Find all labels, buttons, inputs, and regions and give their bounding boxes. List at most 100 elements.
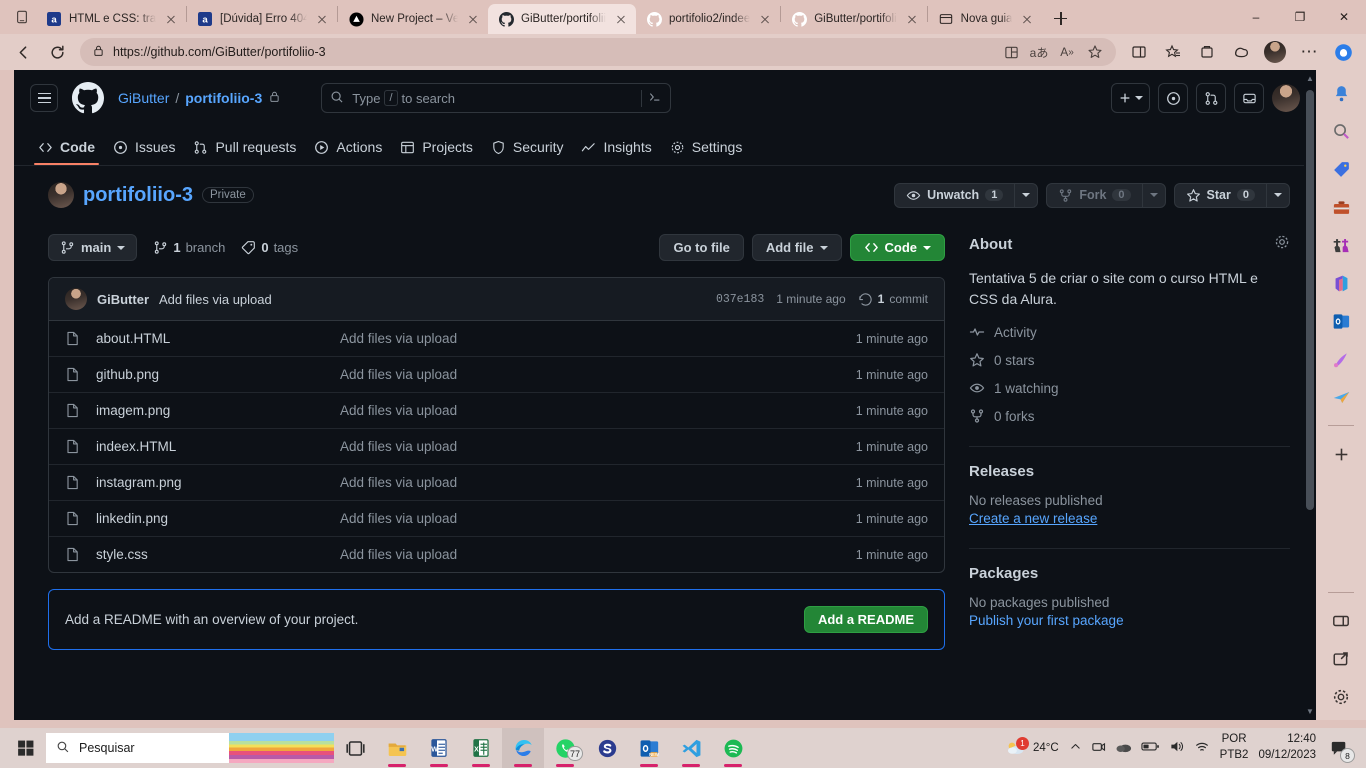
file-commit-message[interactable]: Add files via upload (340, 367, 823, 382)
excel-icon[interactable]: X (460, 728, 502, 768)
onedrive-icon[interactable] (1115, 739, 1132, 757)
collections-icon[interactable] (1124, 38, 1154, 66)
issues-button[interactable] (1158, 83, 1188, 113)
add-sidebar-app-icon[interactable] (1328, 441, 1354, 467)
profile-avatar[interactable] (1260, 38, 1290, 66)
back-icon[interactable] (8, 38, 38, 66)
breadcrumb-owner[interactable]: GiButter (118, 90, 169, 106)
star-dropdown[interactable] (1266, 183, 1289, 207)
file-name[interactable]: indeex.HTML (96, 439, 176, 454)
file-commit-message[interactable]: Add files via upload (340, 547, 823, 562)
send-icon[interactable] (1328, 384, 1354, 410)
scroll-up-arrow[interactable]: ▲ (1306, 74, 1314, 83)
file-commit-message[interactable]: Add files via upload (340, 475, 823, 490)
designer-icon[interactable] (1328, 346, 1354, 372)
page-title[interactable]: portifoliio-3 (83, 184, 193, 207)
clock[interactable]: 12:40 09/12/2023 (1258, 732, 1316, 763)
commit-hash[interactable]: 037e183 (716, 293, 764, 306)
file-name[interactable]: style.css (96, 547, 148, 562)
tab-insights[interactable]: Insights (573, 133, 659, 165)
microsoft-365-icon[interactable] (1328, 270, 1354, 296)
close-icon[interactable] (163, 11, 179, 27)
close-icon[interactable] (613, 11, 629, 27)
close-window-button[interactable]: ✕ (1322, 0, 1366, 34)
create-new-button[interactable] (1111, 83, 1150, 113)
edge-icon[interactable] (502, 728, 544, 768)
browser-tab-active[interactable]: GiButter/portifolii (488, 4, 637, 34)
camera-icon[interactable] (1091, 739, 1106, 757)
publish-package-link[interactable]: Publish your first package (969, 613, 1290, 628)
commit-count-link[interactable]: 1 commit (858, 292, 928, 307)
split-screen-icon[interactable] (998, 38, 1024, 66)
address-bar[interactable]: https://github.com/GiButter/portifoliio-… (80, 38, 1116, 66)
branches-count[interactable]: 1 branch (153, 240, 225, 255)
whatsapp-icon[interactable]: 77 (544, 728, 586, 768)
star-button[interactable]: Star 0 (1175, 184, 1266, 207)
file-explorer-icon[interactable] (376, 728, 418, 768)
file-commit-message[interactable]: Add files via upload (340, 331, 823, 346)
create-release-link[interactable]: Create a new release (969, 511, 1290, 526)
tags-count[interactable]: 0 tags (241, 240, 298, 255)
file-name[interactable]: imagem.png (96, 403, 170, 418)
search-input[interactable]: Type / to search (321, 83, 672, 113)
translate-icon[interactable]: aあ (1026, 38, 1052, 66)
shopping-tag-icon[interactable] (1328, 156, 1354, 182)
close-icon[interactable] (1019, 11, 1035, 27)
branch-selector[interactable]: main (48, 234, 138, 261)
activity-link[interactable]: Activity (969, 324, 1290, 340)
table-row[interactable]: github.png Add files via upload 1 minute… (49, 357, 944, 393)
show-hidden-icons-chevron[interactable] (1069, 740, 1082, 756)
browser-tab[interactable]: Nova guia (928, 4, 1043, 34)
file-commit-message[interactable]: Add files via upload (340, 403, 823, 418)
outlook-icon[interactable]: NEW (628, 728, 670, 768)
browser-tab[interactable]: portifolio2/indee (636, 4, 780, 34)
tab-actions[interactable]: Actions (306, 133, 390, 165)
notification-center-button[interactable]: 8 (1326, 735, 1355, 763)
commit-message[interactable]: Add files via upload (159, 292, 272, 307)
browser-tab[interactable]: New Project – Ve (338, 4, 488, 34)
volume-icon[interactable] (1169, 739, 1185, 757)
browser-tab[interactable]: a [Dúvida] Erro 404 (187, 4, 337, 34)
browser-essentials-icon[interactable] (1192, 38, 1222, 66)
table-row[interactable]: linkedin.png Add files via upload 1 minu… (49, 501, 944, 537)
file-name[interactable]: github.png (96, 367, 159, 382)
tab-settings[interactable]: Settings (662, 133, 751, 165)
table-row[interactable]: indeex.HTML Add files via upload 1 minut… (49, 429, 944, 465)
close-icon[interactable] (314, 11, 330, 27)
skype-icon[interactable] (586, 728, 628, 768)
github-logo-icon[interactable] (72, 82, 104, 114)
taskbar-search-input[interactable]: Pesquisar (46, 733, 334, 763)
page-scrollbar[interactable]: ▲ ▼ (1304, 70, 1316, 720)
vscode-icon[interactable] (670, 728, 712, 768)
fork-dropdown[interactable] (1141, 183, 1165, 207)
tab-projects[interactable]: Projects (392, 133, 481, 165)
search-sidebar-icon[interactable] (1328, 118, 1354, 144)
table-row[interactable]: style.css Add files via upload 1 minute … (49, 537, 944, 572)
weather-widget[interactable]: 1 24°C (1005, 737, 1059, 757)
outlook-icon[interactable] (1328, 308, 1354, 334)
fork-button[interactable]: Fork 0 (1047, 184, 1141, 207)
browser-tab[interactable]: a HTML e CSS: trab (36, 4, 186, 34)
read-aloud-icon[interactable]: A» (1054, 38, 1080, 66)
table-row[interactable]: imagem.png Add files via upload 1 minute… (49, 393, 944, 429)
file-name[interactable]: linkedin.png (96, 511, 168, 526)
watch-button-group[interactable]: Unwatch 1 (894, 182, 1039, 208)
sidebar-copilot-icon[interactable] (1328, 38, 1358, 66)
minimize-button[interactable]: – (1234, 0, 1278, 34)
file-commit-message[interactable]: Add files via upload (340, 511, 823, 526)
close-icon[interactable] (904, 11, 920, 27)
watch-dropdown[interactable] (1014, 183, 1037, 207)
commit-author-avatar[interactable] (65, 288, 87, 310)
fork-button-group[interactable]: Fork 0 (1046, 182, 1166, 208)
tab-issues[interactable]: Issues (105, 133, 183, 165)
scroll-down-arrow[interactable]: ▼ (1306, 707, 1314, 716)
tab-code[interactable]: Code (30, 133, 103, 165)
unwatch-button[interactable]: Unwatch 1 (895, 184, 1014, 207)
table-row[interactable]: about.HTML Add files via upload 1 minute… (49, 321, 944, 357)
start-button[interactable] (6, 728, 46, 768)
favorites-icon[interactable] (1158, 38, 1188, 66)
sidebar-settings-gear-icon[interactable] (1328, 684, 1354, 710)
copilot-icon[interactable] (1226, 38, 1256, 66)
reload-icon[interactable] (42, 38, 72, 66)
user-avatar[interactable] (1272, 84, 1300, 112)
